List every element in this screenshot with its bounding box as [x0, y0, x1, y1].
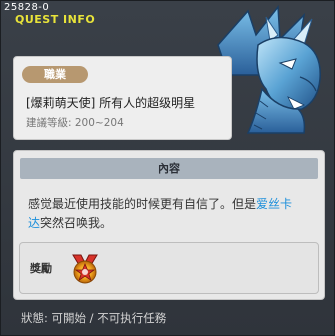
npc-name-link-cont[interactable]: 达 — [28, 216, 40, 230]
quest-summary-panel: 職業 [爆莉萌天使] 所有人的超级明星 建議等級: 200~204 — [13, 56, 232, 140]
recommended-level: 建議等級: 200~204 — [26, 117, 124, 129]
quest-content-panel: 內容 感觉最近使用技能的时候更有自信了。但是爱丝卡达突然召唤我。 獎勵 — [13, 150, 325, 300]
medal-icon[interactable] — [67, 251, 103, 285]
quest-info-window: 25828-0 QUEST INFO 職業 [爆莉萌天使] 所有人的超级明星 建… — [0, 0, 335, 336]
reward-box: 獎勵 — [19, 242, 319, 294]
npc-name-link[interactable]: 爱丝卡 — [256, 197, 292, 211]
quest-name: [爆莉萌天使] 所有人的超级明星 — [26, 96, 196, 110]
reward-label: 獎勵 — [30, 262, 52, 275]
quest-status: 狀態: 可開始 / 不可执行任務 — [21, 311, 167, 325]
job-badge: 職業 — [22, 66, 88, 83]
quest-description: 感觉最近使用技能的时候更有自信了。但是爱丝卡达突然召唤我。 — [28, 195, 298, 233]
window-title: QUEST INFO — [15, 13, 96, 26]
description-text: 感觉最近使用技能的时候更有自信了。但是 — [28, 197, 257, 211]
description-text-end: 突然召唤我。 — [40, 216, 113, 230]
content-section-header: 內容 — [20, 158, 318, 179]
quest-id: 25828-0 — [4, 2, 50, 13]
